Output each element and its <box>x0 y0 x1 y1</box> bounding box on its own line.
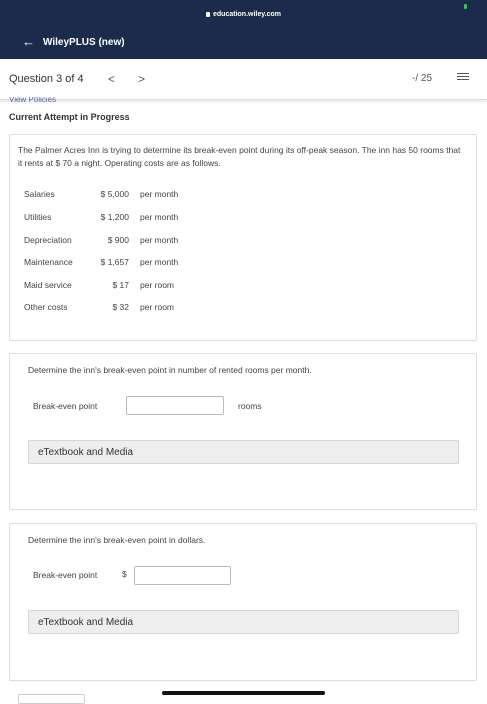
question-score: -/ 25 <box>412 73 433 84</box>
back-arrow-icon[interactable]: ← <box>22 35 35 49</box>
app-header: ← WileyPLUS (new) <box>0 26 487 59</box>
cost-amount: $ 5,000 <box>100 189 129 199</box>
next-question-button[interactable]: > <box>138 72 145 86</box>
cost-label: Utilities <box>24 212 52 222</box>
cost-row-utilities: Utilities $ 1,200 per month <box>24 212 178 222</box>
part1-field-label: Break-even point <box>33 401 98 411</box>
part2-question: Determine the inn's break-even point in … <box>28 535 206 545</box>
cost-label: Maintenance <box>24 257 73 267</box>
browser-status-bar: education.wiley.com <box>0 0 487 26</box>
break-even-rooms-input[interactable] <box>126 396 224 415</box>
cost-amount: $ 900 <box>107 235 129 245</box>
question-list-icon[interactable] <box>457 73 469 83</box>
break-even-dollars-input[interactable] <box>134 566 231 585</box>
etextbook-media-button[interactable]: eTextbook and Media <box>28 610 459 634</box>
cost-unit: per month <box>140 189 179 199</box>
question-navigation: Question 3 of 4 < > -/ 25 <box>0 59 487 100</box>
cost-unit: per month <box>140 235 179 245</box>
battery-icon <box>464 4 467 9</box>
problem-statement: The Palmer Acres Inn is trying to determ… <box>18 145 461 168</box>
cost-label: Depreciation <box>24 235 72 245</box>
cost-label: Maid service <box>24 280 72 290</box>
url-display[interactable]: education.wiley.com <box>0 11 487 18</box>
cost-amount: $ 1,657 <box>100 257 129 267</box>
part1-card <box>9 353 477 510</box>
cost-unit: per month <box>140 212 179 222</box>
cost-row-depreciation: Depreciation $ 900 per month <box>24 235 178 245</box>
app-title: WileyPLUS (new) <box>43 37 125 48</box>
cost-unit: per room <box>140 302 175 312</box>
part1-question: Determine the inn's break-even point in … <box>28 365 312 375</box>
cost-row-other-costs: Other costs $ 32 per room <box>24 302 174 312</box>
etextbook-media-button[interactable]: eTextbook and Media <box>28 440 459 464</box>
cost-row-maintenance: Maintenance $ 1,657 per month <box>24 257 178 267</box>
cost-unit: per room <box>140 280 175 290</box>
cost-row-salaries: Salaries $ 5,000 per month <box>24 189 178 199</box>
part2-card <box>9 523 477 681</box>
cost-amount: $ 1,200 <box>100 212 129 222</box>
cost-amount: $ 17 <box>112 280 129 290</box>
attempt-status: Current Attempt in Progress <box>9 112 130 122</box>
home-indicator <box>162 691 325 695</box>
view-policies-link[interactable]: View Policies <box>9 97 56 102</box>
cost-amount: $ 32 <box>112 302 129 312</box>
bottom-button[interactable] <box>18 694 85 704</box>
part2-field-label: Break-even point <box>33 570 98 580</box>
previous-question-button[interactable]: < <box>108 72 115 86</box>
cost-row-maid-service: Maid service $ 17 per room <box>24 280 174 290</box>
lock-icon <box>206 12 211 17</box>
dollar-prefix: $ <box>122 569 127 579</box>
cost-label: Other costs <box>24 302 68 312</box>
url-text: education.wiley.com <box>213 11 281 18</box>
cost-unit: per month <box>140 257 179 267</box>
cost-label: Salaries <box>24 189 55 199</box>
question-counter: Question 3 of 4 <box>9 73 84 85</box>
rooms-unit-label: rooms <box>238 401 262 411</box>
